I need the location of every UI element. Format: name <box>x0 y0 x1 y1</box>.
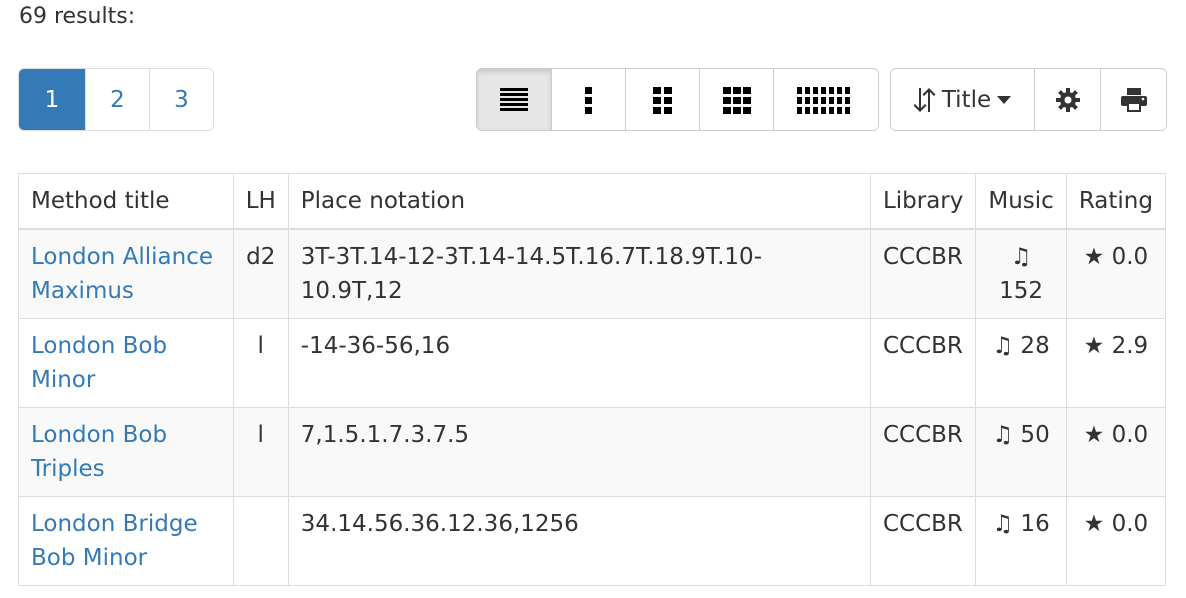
sort-button[interactable]: Title <box>891 69 1034 130</box>
table-row: London Alliance Maximus d2 3T-3T.14-12-3T… <box>18 228 1167 319</box>
page-2-button[interactable]: 2 <box>85 69 149 130</box>
table-row: London Bob Minor l -14-36-56,16 CCCBR ♫ 2… <box>18 318 1167 408</box>
tools-group: Title <box>890 68 1167 131</box>
small-grid-view-button[interactable] <box>625 69 699 130</box>
results-count: 69 results: <box>19 4 136 29</box>
place-notation-cell: 3T-3T.14-12-3T.14-14.5T.16.7T.18.9T.10-1… <box>287 228 871 319</box>
music-cell: ♫ 28 <box>975 318 1067 408</box>
print-icon <box>1120 87 1147 112</box>
header-music[interactable]: Music <box>975 173 1067 230</box>
library-cell: CCCBR <box>869 228 977 319</box>
medium-grid-view-button[interactable] <box>699 69 773 130</box>
lh-cell: l <box>232 318 289 408</box>
settings-button[interactable] <box>1034 69 1100 130</box>
music-cell: ♫ 152 <box>975 228 1067 319</box>
music-cell: ♫ 50 <box>975 407 1067 497</box>
table-row: London Bridge Bob Minor 34.14.56.36.12.36… <box>18 496 1167 586</box>
header-place-notation[interactable]: Place notation <box>287 173 871 230</box>
large-grid-icon <box>797 86 855 114</box>
sort-icon <box>913 87 936 113</box>
header-method-title[interactable]: Method title <box>18 173 234 230</box>
rating-cell: ★ 2.9 <box>1065 318 1167 408</box>
method-link[interactable]: London Bob Minor <box>31 333 167 393</box>
place-notation-cell: 34.14.56.36.12.36,1256 <box>287 496 871 586</box>
page-3-button[interactable]: 3 <box>149 69 213 130</box>
table-header-row: Method title LH Place notation Library M… <box>18 173 1167 230</box>
method-link[interactable]: London Bob Triples <box>31 422 167 482</box>
method-title-cell: London Bob Minor <box>18 318 234 408</box>
large-grid-view-button[interactable] <box>773 69 878 130</box>
header-rating[interactable]: Rating <box>1065 173 1167 230</box>
medium-grid-icon <box>722 86 751 114</box>
library-cell: CCCBR <box>869 496 977 586</box>
page-1-button[interactable]: 1 <box>19 69 85 130</box>
small-grid-icon <box>652 86 673 114</box>
header-lh[interactable]: LH <box>232 173 289 230</box>
library-cell: CCCBR <box>869 407 977 497</box>
header-library[interactable]: Library <box>869 173 977 230</box>
place-notation-cell: -14-36-56,16 <box>287 318 871 408</box>
library-cell: CCCBR <box>869 318 977 408</box>
music-cell: ♫ 16 <box>975 496 1067 586</box>
methods-table: Method title LH Place notation Library M… <box>18 173 1167 586</box>
gear-icon <box>1055 87 1080 112</box>
method-link[interactable]: London Bridge Bob Minor <box>31 511 198 571</box>
rating-cell: ★ 0.0 <box>1065 407 1167 497</box>
method-title-cell: London Bridge Bob Minor <box>18 496 234 586</box>
list-icon <box>500 86 528 114</box>
caret-down-icon <box>997 95 1012 104</box>
rating-cell: ★ 0.0 <box>1065 228 1167 319</box>
lh-cell: d2 <box>232 228 289 319</box>
list-view-button[interactable] <box>477 69 551 130</box>
single-column-view-button[interactable] <box>551 69 625 130</box>
lh-cell: l <box>232 407 289 497</box>
pagination: 1 2 3 <box>18 68 214 131</box>
method-link[interactable]: London Alliance Maximus <box>31 244 213 304</box>
sort-label: Title <box>941 86 992 113</box>
rating-cell: ★ 0.0 <box>1065 496 1167 586</box>
print-button[interactable] <box>1100 69 1166 130</box>
table-row: London Bob Triples l 7,1.5.1.7.3.7.5 CCCB… <box>18 407 1167 497</box>
method-title-cell: London Alliance Maximus <box>18 228 234 319</box>
view-mode-group <box>476 68 879 131</box>
place-notation-cell: 7,1.5.1.7.3.7.5 <box>287 407 871 497</box>
lh-cell <box>232 496 289 586</box>
single-column-icon <box>584 86 593 114</box>
method-title-cell: London Bob Triples <box>18 407 234 497</box>
